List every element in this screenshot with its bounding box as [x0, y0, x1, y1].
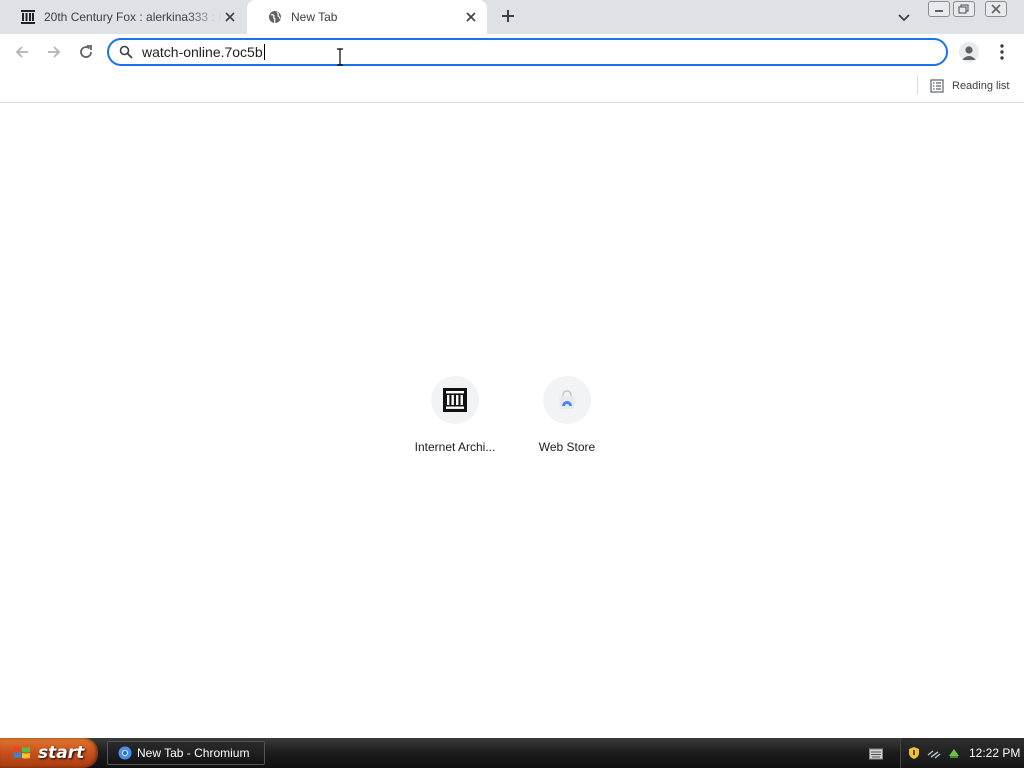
avatar[interactable]	[959, 42, 979, 62]
chromium-icon	[118, 746, 132, 760]
shortcut-tile[interactable]: Web Store	[511, 376, 623, 466]
reading-list-button[interactable]: Reading list	[930, 77, 1009, 95]
safely-remove-icon[interactable]	[947, 746, 961, 760]
shortcut-label: Internet Archi...	[414, 440, 496, 454]
tab-title: 20th Century Fox : alerkina333 : Free Do…	[44, 10, 222, 24]
shortcut-label: Web Store	[538, 440, 596, 454]
reading-list-icon	[930, 79, 944, 93]
keyboard-icon[interactable]	[869, 747, 883, 760]
reading-list-label: Reading list	[952, 80, 1010, 92]
start-button[interactable]: start	[0, 738, 98, 768]
security-shield-icon[interactable]	[907, 746, 921, 760]
close-tab-icon[interactable]	[463, 9, 479, 25]
bookmarks-bar: Reading list	[0, 70, 1024, 103]
tab-internet-archive[interactable]: 20th Century Fox : alerkina333 : Free Do…	[0, 0, 246, 34]
tab-strip: 20th Century Fox : alerkina333 : Free Do…	[0, 0, 1024, 34]
clock: 12:22 PM	[969, 746, 1021, 760]
new-tab-button[interactable]	[498, 7, 518, 27]
omnibox-text: watch-online.7oc5b	[142, 44, 265, 60]
reload-button[interactable]	[76, 42, 96, 62]
forward-button[interactable]	[44, 42, 64, 62]
browser-toolbar: watch-online.7oc5b	[0, 34, 1024, 70]
tab-new-tab[interactable]: New Tab	[247, 0, 487, 34]
network-icon[interactable]	[927, 746, 941, 760]
start-label: start	[38, 743, 85, 763]
chevron-down-icon[interactable]	[896, 9, 912, 25]
close-tab-icon[interactable]	[222, 9, 238, 25]
internet-archive-icon	[20, 9, 36, 25]
text-cursor-icon	[336, 48, 344, 66]
search-icon	[119, 45, 133, 59]
close-window-button[interactable]	[985, 1, 1007, 17]
taskbar-window-label: New Tab - Chromium	[137, 746, 250, 760]
windows-flag-icon	[12, 743, 32, 763]
restore-button[interactable]	[953, 1, 975, 17]
taskbar-window-item[interactable]: New Tab - Chromium	[107, 741, 265, 765]
internet-archive-icon	[431, 376, 479, 424]
tab-title: New Tab	[291, 10, 338, 24]
globe-icon	[267, 9, 283, 25]
minimize-button[interactable]	[928, 1, 950, 17]
back-button[interactable]	[12, 42, 32, 62]
system-tray: 12:22 PM	[900, 738, 1024, 768]
shortcut-tile[interactable]: Internet Archi...	[399, 376, 511, 466]
omnibox-input[interactable]: watch-online.7oc5b	[107, 38, 948, 66]
divider	[917, 76, 918, 94]
kebab-menu-icon[interactable]	[994, 43, 1010, 61]
web-store-icon	[543, 376, 591, 424]
